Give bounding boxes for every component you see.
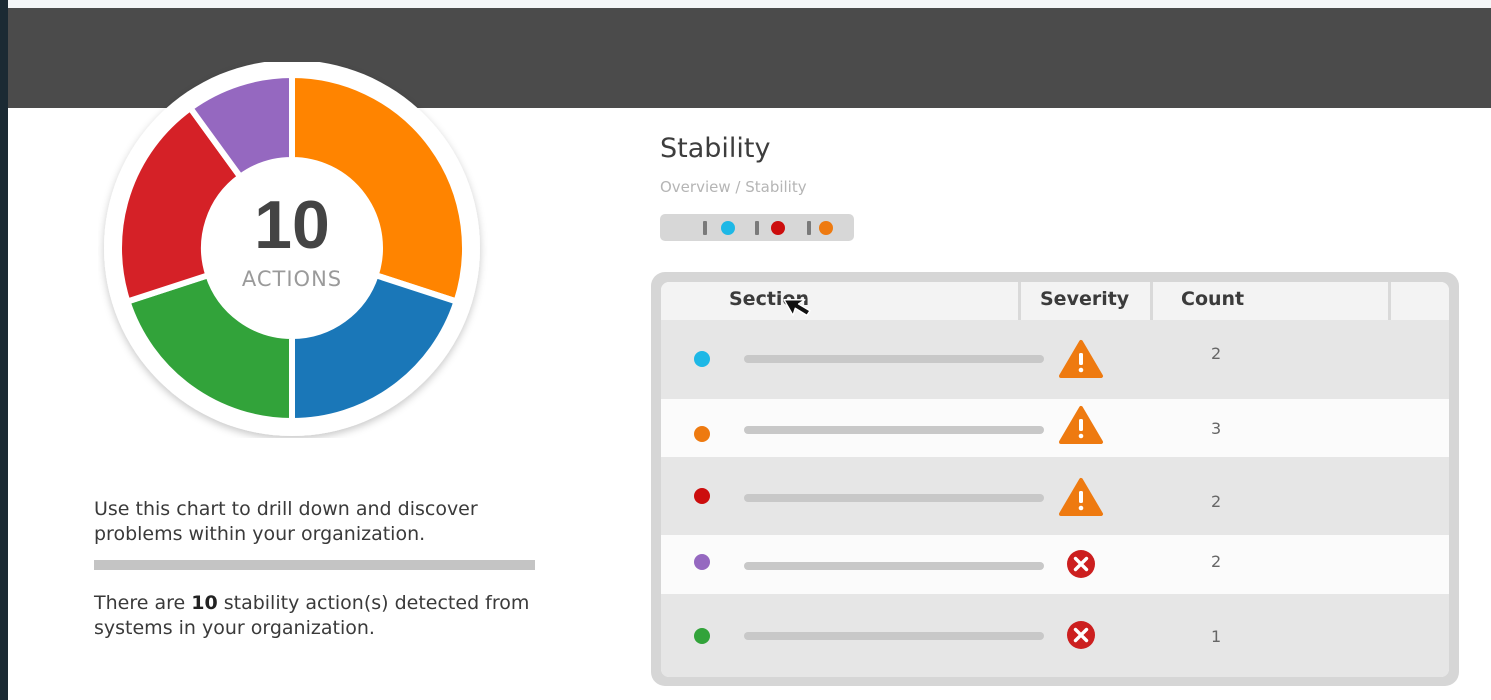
- error-icon: [1067, 621, 1095, 649]
- row-color-dot: [694, 628, 710, 644]
- table-row[interactable]: 2: [661, 535, 1449, 594]
- row-section-placeholder: [744, 426, 1044, 434]
- summary-prefix: There are: [94, 592, 192, 614]
- donut-label: ACTIONS: [242, 267, 342, 291]
- window-edge: [0, 0, 8, 700]
- breadcrumb-separator: /: [730, 178, 746, 196]
- row-section-placeholder: [744, 355, 1044, 363]
- warning-icon: [1059, 478, 1103, 516]
- mouse-pointer-icon: [783, 299, 811, 317]
- donut-total: 10: [254, 187, 330, 263]
- column-header-count[interactable]: Count: [1181, 282, 1244, 320]
- actions-summary-text: There are 10 stability action(s) detecte…: [94, 591, 554, 641]
- row-color-dot: [694, 426, 710, 442]
- breadcrumb-overview-link[interactable]: Overview: [660, 178, 731, 196]
- row-section-placeholder: [744, 632, 1044, 640]
- filter-separator: [755, 221, 759, 235]
- table-header: Section Severity Count: [661, 282, 1449, 320]
- table-row[interactable]: 2: [661, 457, 1449, 535]
- filter-dot-orange[interactable]: [819, 221, 833, 235]
- actions-donut-chart[interactable]: 10 ACTIONS: [98, 62, 488, 438]
- table-row[interactable]: 2: [661, 320, 1449, 399]
- column-divider: [1388, 282, 1391, 320]
- row-count: 1: [1211, 627, 1222, 646]
- column-header-severity[interactable]: Severity: [1040, 282, 1129, 320]
- row-color-dot: [694, 488, 710, 504]
- filter-separator: [807, 221, 811, 235]
- row-count: 2: [1211, 344, 1222, 363]
- row-count: 2: [1211, 492, 1222, 511]
- chart-help-text: Use this chart to drill down and discove…: [94, 498, 478, 545]
- warning-icon: [1059, 406, 1103, 444]
- filter-dot-cyan[interactable]: [721, 221, 735, 235]
- filter-separator: [703, 221, 707, 235]
- column-divider: [1150, 282, 1153, 320]
- actions-table: Section Severity Count 2 3 2 2 1: [661, 282, 1449, 677]
- row-section-placeholder: [744, 562, 1044, 570]
- row-color-dot: [694, 351, 710, 367]
- breadcrumb: Overview / Stability: [660, 178, 807, 196]
- table-row[interactable]: 1: [661, 594, 1449, 677]
- page-title: Stability: [660, 133, 771, 164]
- severity-filter-bar: [660, 214, 854, 241]
- divider-bar: [94, 560, 535, 570]
- top-strip: [8, 0, 1491, 8]
- warning-icon: [1059, 340, 1103, 378]
- row-color-dot: [694, 554, 710, 570]
- row-count: 3: [1211, 419, 1222, 438]
- table-row[interactable]: 3: [661, 399, 1449, 457]
- breadcrumb-current: Stability: [745, 178, 807, 196]
- column-divider: [1018, 282, 1021, 320]
- filter-dot-red[interactable]: [771, 221, 785, 235]
- row-count: 2: [1211, 552, 1222, 571]
- row-section-placeholder: [744, 494, 1044, 502]
- error-icon: [1067, 550, 1095, 578]
- summary-count: 10: [191, 592, 218, 614]
